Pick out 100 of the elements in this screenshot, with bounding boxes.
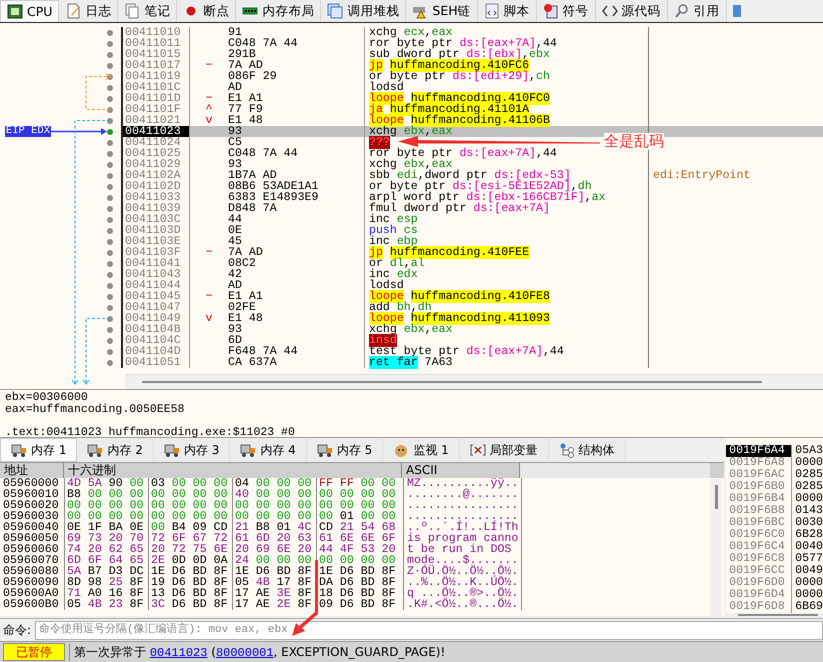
- address-cell: 00411029: [123, 159, 190, 170]
- tab[interactable]: 日志: [59, 0, 118, 22]
- address-link[interactable]: 00411023: [150, 646, 208, 660]
- breakpoint-dot[interactable]: [107, 326, 113, 332]
- ball-page-icon: [542, 3, 559, 19]
- breakpoint-dot[interactable]: [107, 96, 113, 102]
- address-link[interactable]: 80000001: [216, 646, 274, 660]
- breakpoint-dot[interactable]: [107, 360, 113, 366]
- bytes-cell: 93: [228, 324, 365, 335]
- breakpoint-dot[interactable]: [107, 172, 113, 178]
- breakpoint-dot[interactable]: [107, 150, 113, 156]
- tab[interactable]: 调用堆栈: [321, 0, 406, 22]
- bytes-cell: 45: [228, 236, 365, 247]
- breakpoint-dot[interactable]: [107, 260, 113, 266]
- bytes-cell: CA 637A: [228, 357, 365, 368]
- hex-group: 20 72 75 6E: [149, 544, 233, 555]
- breakpoint-dot[interactable]: [107, 348, 113, 354]
- breakpoint-dot[interactable]: [107, 304, 113, 310]
- tab[interactable]: 脚本: [478, 0, 537, 22]
- tab[interactable]: 符号: [536, 0, 596, 22]
- address-cell: 00411024: [123, 137, 190, 148]
- breakpoint-dot[interactable]: [107, 272, 113, 278]
- hex-group: 44 4F 53 20: [317, 544, 401, 555]
- hex-group: FF FF 00 00: [317, 478, 401, 489]
- hex-group: 1E D6 BD 8F: [317, 566, 401, 577]
- tab[interactable]: 内存布局: [236, 0, 322, 22]
- breakpoint-dot[interactable]: [107, 140, 113, 146]
- horizontal-scrollbar[interactable]: [726, 613, 823, 616]
- bytes-cell: 42: [228, 269, 365, 280]
- breakpoint-dot[interactable]: [107, 238, 113, 244]
- breakpoint-dot[interactable]: [107, 84, 113, 90]
- breakpoint-dot[interactable]: [107, 228, 113, 234]
- hex-group: 69 73 20 70: [65, 533, 149, 544]
- address-cell-text: 05960020: [2, 500, 60, 511]
- horizontal-scrollbar[interactable]: [125, 374, 823, 389]
- breakpoint-dot[interactable]: [107, 162, 113, 168]
- hex-group: 6D 6F 64 65: [65, 555, 149, 566]
- hex-group: DA D6 BD 8F: [317, 577, 401, 588]
- instruction-cell: ret far 7A63: [365, 357, 649, 368]
- breakpoint-dot[interactable]: [107, 206, 113, 212]
- breakpoint-dot[interactable]: [107, 30, 113, 36]
- address-cell: 00411049: [123, 313, 190, 324]
- bytes-cell: 291B: [228, 49, 365, 60]
- tab[interactable]: 内存 1: [0, 438, 78, 462]
- tab[interactable]: 监视 1: [383, 439, 460, 461]
- bytes-cell: 02FE: [228, 302, 365, 313]
- tab[interactable]: 内存 3: [154, 439, 230, 461]
- breakpoint-dot[interactable]: [107, 338, 113, 344]
- value-cell-text: 0000: [794, 457, 823, 469]
- breakpoint-dot[interactable]: [107, 118, 113, 124]
- breakpoint-dot[interactable]: [107, 282, 113, 288]
- hex-group: 40 00 00 00: [233, 489, 317, 500]
- bytes-cell: AD: [228, 280, 365, 291]
- address-cell-text: 05960030: [2, 511, 60, 522]
- tab[interactable]: 断点: [177, 0, 236, 22]
- vertical-scrollbar[interactable]: [710, 479, 722, 616]
- ascii-cell-text: t be run in DOS: [407, 543, 512, 556]
- address-cell-text: 05960040: [2, 522, 60, 533]
- breakpoint-dot[interactable]: [107, 294, 113, 300]
- hex-group: 00 B4 09 CD: [149, 522, 233, 533]
- tab[interactable]: 源代码: [596, 0, 668, 22]
- breakpoint-dot[interactable]: [107, 62, 113, 68]
- address-cell-text: 059600B0: [2, 599, 60, 610]
- command-field[interactable]: 命令使用逗号分隔(像汇编语言): mov eax, ebx: [35, 620, 823, 640]
- tab[interactable]: 内存 2: [77, 439, 154, 461]
- breakpoint-dot[interactable]: [107, 250, 113, 256]
- tab[interactable]: CPU: [0, 0, 60, 22]
- tab[interactable]: 内存 5: [306, 439, 384, 461]
- address-cell: 00411033: [123, 192, 190, 203]
- address-cell: 0041101F: [123, 104, 190, 115]
- bytes-cell: 93: [228, 159, 365, 170]
- tab[interactable]: SEH链: [406, 0, 478, 22]
- ascii-cell: .K#.<Ö½..®...Ö½.: [407, 598, 518, 611]
- address-cell: 00411047: [123, 302, 190, 313]
- tab[interactable]: 内存 4: [230, 439, 307, 461]
- breakpoint-dot[interactable]: [107, 128, 113, 134]
- hex-group: 0E 1F BA 0E: [65, 522, 149, 533]
- breakpoint-dot[interactable]: [107, 52, 113, 58]
- address-cell: 00411041: [123, 258, 190, 269]
- tab[interactable]: 局部变量: [460, 439, 549, 461]
- tab[interactable]: 结构体: [548, 439, 626, 461]
- instruction-cell: ror byte ptr ds:[eax+7A],44: [365, 38, 649, 49]
- tab[interactable]: 引用: [668, 0, 727, 22]
- breakpoint-dot[interactable]: [107, 40, 113, 46]
- breakpoint-dot[interactable]: [107, 216, 113, 222]
- hex-group: 61 6E 6E 6F: [317, 533, 401, 544]
- address-cell: 0019F6D4: [726, 589, 792, 601]
- column-header[interactable]: 地址: [0, 463, 64, 478]
- breakpoint-dot[interactable]: [107, 316, 113, 322]
- address-cell: 00411017: [123, 60, 190, 71]
- breakpoint-dot[interactable]: [107, 194, 113, 200]
- tab[interactable]: 笔记: [118, 0, 178, 22]
- value-cell-text: 0049: [794, 565, 823, 577]
- bytes-cell: 93: [228, 126, 365, 137]
- pointer-arrow: [51, 126, 109, 137]
- breakpoint-dot[interactable]: [107, 106, 113, 112]
- instruction-cell: or byte ptr ds:[edi+29],ch: [365, 71, 649, 82]
- address-cell-text: 05960090: [2, 577, 60, 588]
- column-header[interactable]: 十六进制: [64, 463, 402, 478]
- breakpoint-dot[interactable]: [107, 184, 113, 190]
